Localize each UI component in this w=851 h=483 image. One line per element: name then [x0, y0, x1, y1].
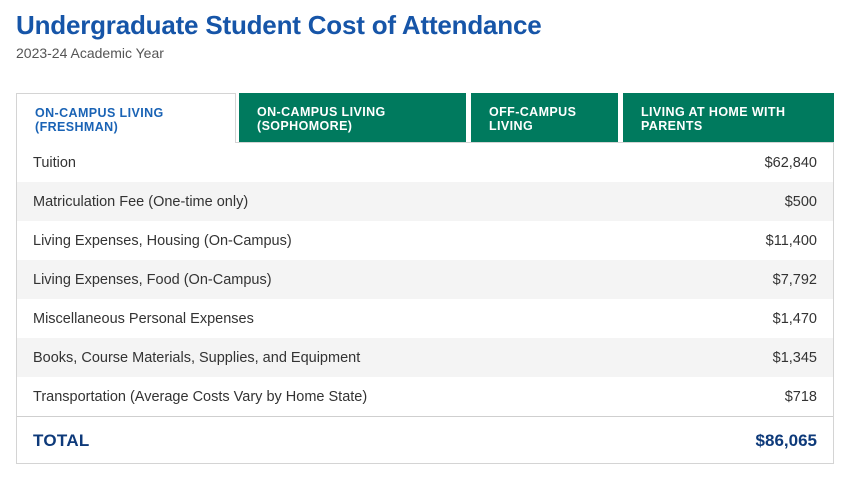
row-amount: $718	[784, 388, 817, 405]
tab-bar: ON-CAMPUS LIVING (FRESHMAN) ON-CAMPUS LI…	[16, 93, 834, 143]
row-amount: $1,470	[772, 310, 817, 327]
row-amount: $7,792	[772, 271, 817, 288]
page: Undergraduate Student Cost of Attendance…	[0, 0, 851, 483]
row-label: Books, Course Materials, Supplies, and E…	[33, 349, 361, 366]
tab-label: ON-CAMPUS LIVING (SOPHOMORE)	[257, 105, 386, 133]
tab-label: LIVING AT HOME WITH PARENTS	[641, 105, 786, 133]
tab-label: OFF-CAMPUS LIVING	[489, 105, 577, 133]
tab-off-campus[interactable]: OFF-CAMPUS LIVING	[471, 93, 618, 142]
table-row: Books, Course Materials, Supplies, and E…	[17, 338, 833, 377]
tab-on-campus-sophomore[interactable]: ON-CAMPUS LIVING (SOPHOMORE)	[239, 93, 466, 142]
page-subtitle: 2023-24 Academic Year	[16, 45, 164, 61]
row-label: Living Expenses, Food (On-Campus)	[33, 271, 272, 288]
tab-living-at-home[interactable]: LIVING AT HOME WITH PARENTS	[623, 93, 834, 142]
row-amount: $1,345	[772, 349, 817, 366]
total-row: TOTAL $86,065	[17, 416, 833, 464]
table-row: Tuition $62,840	[17, 143, 833, 182]
table-row: Living Expenses, Housing (On-Campus) $11…	[17, 221, 833, 260]
cost-table: Tuition $62,840 Matriculation Fee (One-t…	[16, 142, 834, 464]
tab-on-campus-freshman[interactable]: ON-CAMPUS LIVING (FRESHMAN)	[16, 93, 236, 143]
row-label: Matriculation Fee (One-time only)	[33, 193, 249, 210]
total-amount: $86,065	[755, 430, 817, 450]
row-amount: $62,840	[764, 154, 817, 171]
row-label: Living Expenses, Housing (On-Campus)	[33, 232, 292, 249]
row-label: Tuition	[33, 154, 76, 171]
table-row: Transportation (Average Costs Vary by Ho…	[17, 377, 833, 416]
row-amount: $500	[784, 193, 817, 210]
table-row: Living Expenses, Food (On-Campus) $7,792	[17, 260, 833, 299]
row-amount: $11,400	[765, 232, 817, 249]
row-label: Transportation (Average Costs Vary by Ho…	[33, 388, 368, 405]
page-title: Undergraduate Student Cost of Attendance	[16, 10, 542, 40]
table-row: Matriculation Fee (One-time only) $500	[17, 182, 833, 221]
tab-label: ON-CAMPUS LIVING (FRESHMAN)	[35, 106, 164, 134]
table-row: Miscellaneous Personal Expenses $1,470	[17, 299, 833, 338]
total-label: TOTAL	[33, 430, 90, 450]
row-label: Miscellaneous Personal Expenses	[33, 310, 254, 327]
